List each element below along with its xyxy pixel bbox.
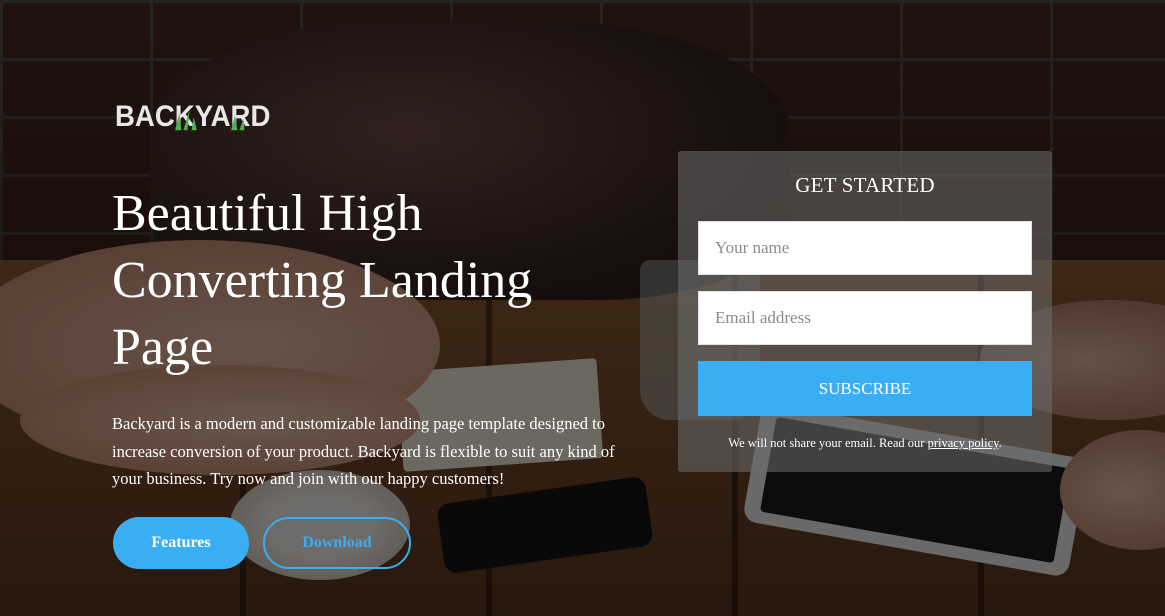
signup-panel: GET STARTED SUBSCRIBE We will not share …	[678, 151, 1052, 472]
subscribe-button[interactable]: SUBSCRIBE	[698, 361, 1032, 416]
privacy-note: We will not share your email. Read our p…	[678, 436, 1052, 451]
email-input[interactable]	[698, 291, 1032, 345]
download-button[interactable]: Download	[263, 517, 411, 569]
name-input[interactable]	[698, 221, 1032, 275]
signup-title: GET STARTED	[795, 173, 935, 197]
hero-title: Beautiful High Converting Landing Page	[112, 185, 533, 376]
brand-logo-text: BACKYARD	[115, 100, 271, 133]
privacy-suffix: .	[998, 436, 1002, 450]
features-button[interactable]: Features	[113, 517, 249, 569]
privacy-text: We will not share your email. Read our	[728, 436, 925, 450]
hero-description: Backyard is a modern and customizable la…	[112, 414, 615, 488]
brand-logo[interactable]: BACKYARD	[115, 100, 270, 134]
privacy-policy-link[interactable]: privacy policy	[928, 436, 999, 450]
